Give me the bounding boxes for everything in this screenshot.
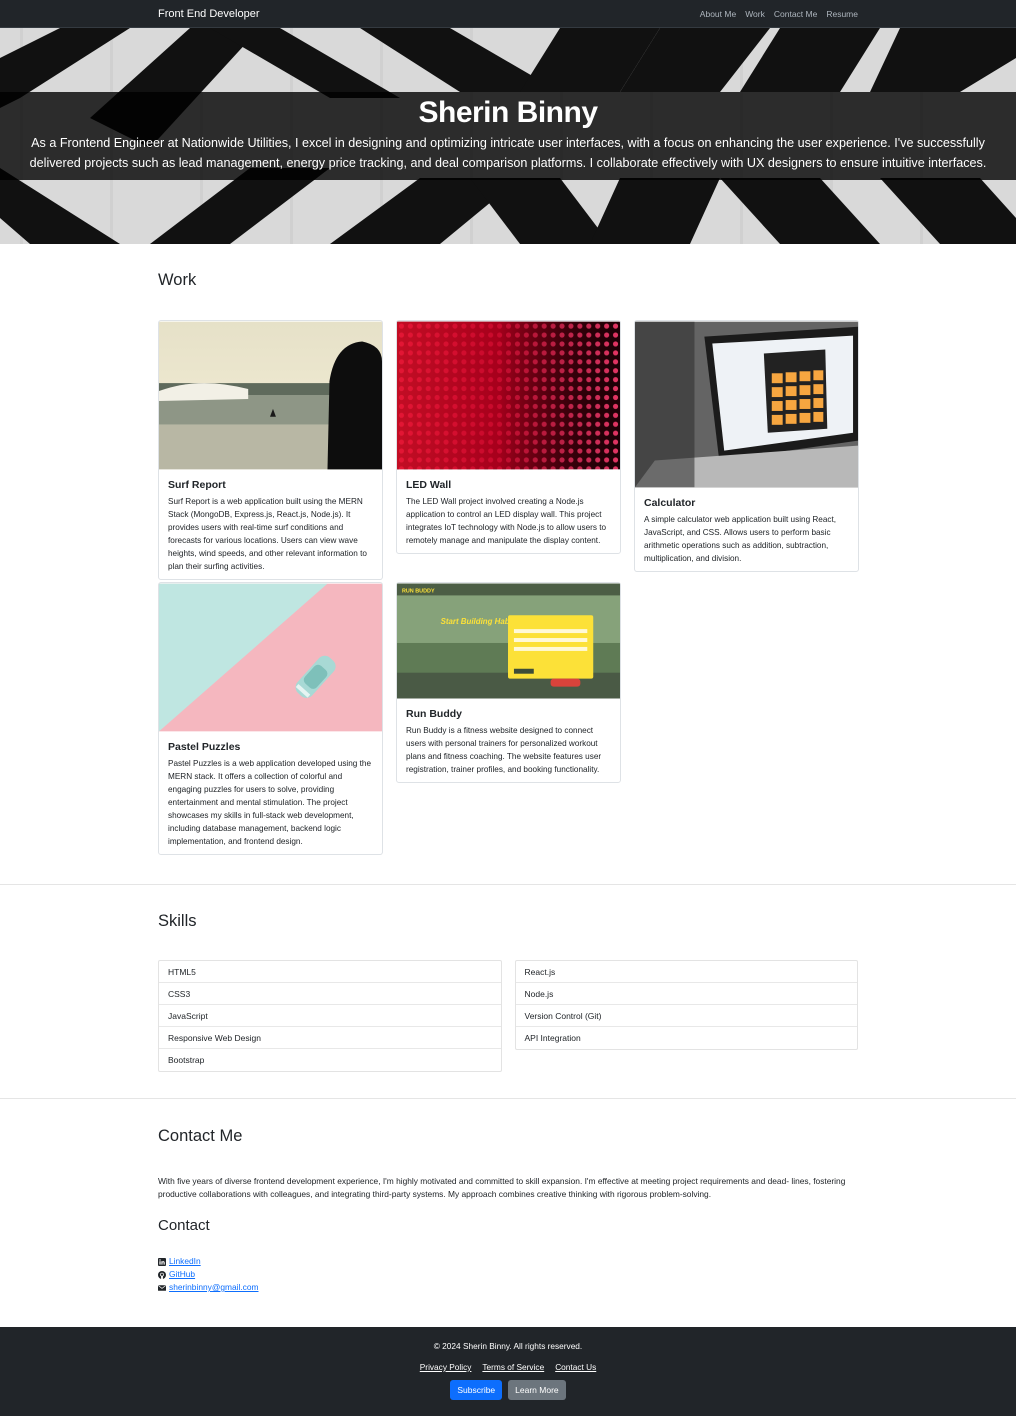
- linkedin-link[interactable]: LinkedIn: [169, 1255, 201, 1268]
- nav-about-me[interactable]: About Me: [700, 9, 736, 19]
- hero-bio: As a Frontend Engineer at Nationwide Uti…: [29, 136, 987, 170]
- project-title: Calculator: [644, 497, 696, 509]
- nav-work[interactable]: Work: [745, 9, 765, 19]
- nav-links: About Me Work Contact Me Resume: [700, 9, 858, 19]
- skill-item: CSS3: [159, 983, 501, 1005]
- project-description: Pastel Puzzles is a web application deve…: [168, 759, 371, 846]
- contact-title: Contact Me: [158, 1127, 243, 1145]
- linkedin-icon: [158, 1257, 166, 1266]
- envelope-icon: [158, 1284, 166, 1291]
- project-description: Run Buddy is a fitness website designed …: [406, 726, 602, 774]
- skill-item: JavaScript: [159, 1005, 501, 1027]
- copyright-text: © 2024 Sherin Binny. All rights reserved…: [433, 1341, 583, 1351]
- skills-title: Skills: [158, 912, 197, 930]
- skill-item: React.js: [515, 961, 857, 983]
- skill-item: Bootstrap: [168, 1055, 205, 1065]
- skills-grid: HTML5 CSS3 JavaScript Responsive Web Des…: [158, 960, 858, 1072]
- skill-item: HTML5: [159, 961, 501, 983]
- nav-resume[interactable]: Resume: [826, 9, 858, 19]
- github-icon: [158, 1270, 166, 1279]
- privacy-policy-link[interactable]: Privacy Policy: [420, 1362, 472, 1372]
- project-description: The LED Wall project involved creating a…: [406, 497, 607, 545]
- project-description: Surf Report is a web application built u…: [168, 497, 367, 571]
- brand-link[interactable]: Front End Developer: [158, 8, 260, 20]
- contact-links: LinkedIn GitHub sherinbinny@gmail.com: [158, 1255, 858, 1294]
- led-wall-image: [397, 321, 620, 470]
- terms-of-service-link[interactable]: Terms of Service: [482, 1362, 544, 1372]
- project-card-calculator[interactable]: Calculator A simple calculator web appli…: [634, 320, 859, 572]
- skills-list-left: HTML5 CSS3 JavaScript Responsive Web Des…: [158, 960, 502, 1072]
- hero-overlay: Sherin Binny As a Frontend Engineer at N…: [0, 92, 1016, 180]
- run-buddy-logo: RUN BUDDY: [402, 588, 435, 594]
- project-description: A simple calculator web application buil…: [644, 515, 837, 563]
- hero-name: Sherin Binny: [418, 96, 598, 129]
- skills-list-right: React.js Node.js Version Control (Git) A…: [514, 960, 858, 1050]
- project-title: LED Wall: [406, 479, 452, 491]
- github-link[interactable]: GitHub: [169, 1268, 195, 1281]
- project-card-surf-report[interactable]: Surf Report Surf Report is a web applica…: [158, 320, 383, 580]
- project-card-pastel-puzzles[interactable]: Pastel Puzzles Pastel Puzzles is a web a…: [158, 582, 383, 855]
- project-card-run-buddy[interactable]: RUN BUDDY Start Building Habits. Run Bud…: [396, 582, 621, 783]
- nav-contact-me[interactable]: Contact Me: [774, 9, 817, 19]
- linkedin-row: LinkedIn: [158, 1255, 858, 1268]
- skill-item: Responsive Web Design: [159, 1027, 501, 1049]
- project-card-led-wall[interactable]: LED Wall The LED Wall project involved c…: [396, 320, 621, 554]
- email-link[interactable]: sherinbinny@gmail.com: [169, 1281, 259, 1294]
- pastel-puzzles-image: [159, 583, 382, 732]
- hero-section: Sherin Binny As a Frontend Engineer at N…: [0, 28, 1016, 244]
- surf-report-image: [159, 321, 382, 470]
- email-row: sherinbinny@gmail.com: [158, 1281, 858, 1294]
- subscribe-button[interactable]: Subscribe: [450, 1380, 503, 1400]
- project-title: Pastel Puzzles: [168, 741, 241, 753]
- skill-item: Node.js: [515, 983, 857, 1005]
- contact-us-link[interactable]: Contact Us: [555, 1362, 596, 1372]
- skill-item: API Integration: [524, 1033, 581, 1043]
- learn-more-button[interactable]: Learn More: [508, 1380, 566, 1400]
- work-section: Work Surf Report Surf Report is a web ap…: [0, 244, 1016, 884]
- skills-section: Skills HTML5 CSS3 JavaScript Responsive …: [0, 885, 1016, 1098]
- run-buddy-image: RUN BUDDY Start Building Habits.: [397, 583, 620, 699]
- footer-buttons: Subscribe Learn More: [0, 1380, 1016, 1400]
- work-grid: Surf Report Surf Report is a web applica…: [158, 320, 859, 857]
- skill-item: Version Control (Git): [515, 1005, 857, 1027]
- project-title: Surf Report: [168, 479, 226, 491]
- footer-links: Privacy Policy Terms of Service Contact …: [0, 1362, 1016, 1372]
- navbar: Front End Developer About Me Work Contac…: [0, 0, 1016, 28]
- github-row: GitHub: [158, 1268, 858, 1281]
- footer: © 2024 Sherin Binny. All rights reserved…: [0, 1327, 1016, 1416]
- project-title: Run Buddy: [406, 708, 462, 720]
- contact-section: Contact Me With five years of diverse fr…: [0, 1099, 1016, 1327]
- calculator-image: [635, 321, 858, 488]
- contact-summary: With five years of diverse frontend deve…: [158, 1176, 846, 1199]
- contact-subtitle: Contact: [158, 1217, 210, 1234]
- work-title: Work: [158, 271, 197, 289]
